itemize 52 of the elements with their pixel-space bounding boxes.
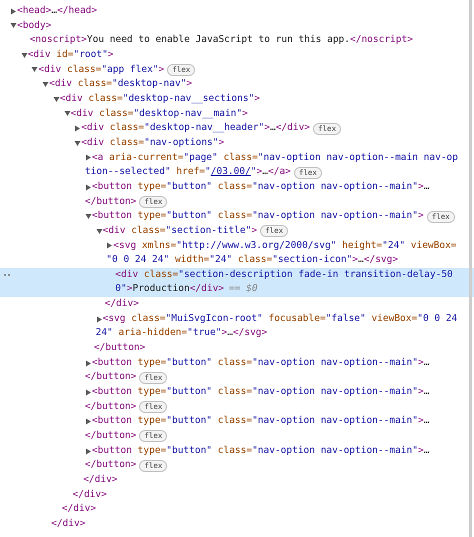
code-line[interactable]: </div> — [104, 297, 139, 312]
code-line[interactable]: <div class="desktop-nav__sections"> — [60, 92, 260, 107]
code-line[interactable]: </button> — [84, 370, 136, 386]
code-line[interactable]: <div class="desktop-nav"> — [49, 77, 192, 92]
expand-triangle-icon[interactable] — [84, 154, 92, 162]
code-line[interactable]: </div> — [72, 488, 107, 502]
code-line[interactable]: <button type="button" class="nav-option nav-option--main">… — [92, 356, 430, 370]
expand-triangle-icon[interactable] — [84, 388, 92, 396]
code-line[interactable]: </button> — [84, 400, 136, 414]
code-line[interactable]: </div> — [62, 502, 96, 517]
expand-triangle-icon[interactable] — [10, 8, 17, 15]
code-line[interactable]: <div class="desktop-nav__main"> — [70, 106, 248, 122]
code-line[interactable]: <button type="button" class="nav-option nav-option--main"> — [92, 209, 424, 224]
code-line[interactable]: 0">Production</div> — [115, 282, 224, 298]
code-line[interactable]: <div class="nav-options"> — [81, 136, 224, 151]
expand-triangle-icon[interactable] — [84, 184, 92, 191]
code-line[interactable]: <body> — [17, 18, 52, 34]
code-line[interactable]: <button type="button" class="nav-option nav-option--main">… — [92, 385, 430, 400]
scrollbar[interactable] — [469, 0, 472, 537]
expand-triangle-icon[interactable] — [84, 360, 92, 367]
code-line[interactable]: </div> — [83, 473, 118, 488]
code-line[interactable]: <head>…</head> — [17, 4, 98, 19]
code-line[interactable]: 24" aria-hidden="true">…</svg> — [96, 326, 268, 342]
code-line[interactable]: <div class="section-title"> — [102, 224, 258, 238]
code-line[interactable]: </button> — [84, 429, 136, 444]
dots-icon — [3, 272, 11, 277]
code-line[interactable]: <div class="section-description fade-in transition-delay-50 — [115, 268, 453, 282]
code-line[interactable]: </button> — [94, 341, 146, 356]
code-line[interactable]: <svg xmlns="http://www.w3.org/2000/svg" height="24" viewBox= — [113, 238, 457, 254]
code-line[interactable]: <noscript>You need to enable JavaScript to run this app.</noscript> — [30, 33, 413, 48]
code-line[interactable]: </div> — [51, 516, 86, 532]
collapse-triangle-icon[interactable] — [10, 22, 17, 30]
code-line[interactable]: <svg class="MuiSvgIcon-root" focusable="false" viewBox="0 0 24 — [102, 312, 458, 326]
code-line[interactable]: <button type="button" class="nav-option nav-option--main">… — [92, 180, 430, 195]
code-line[interactable]: <div class="desktop-nav__header">…</div> — [81, 121, 310, 136]
expand-triangle-icon[interactable] — [96, 316, 103, 323]
collapse-triangle-icon[interactable] — [74, 140, 82, 147]
code-line[interactable]: </button> — [84, 458, 136, 473]
selected-row[interactable]: <div class="section-description fade-in transition-delay-50 0">Production</div> == $0 — [0, 268, 474, 298]
code-line[interactable]: </button> — [84, 194, 136, 210]
code-line[interactable]: <div class="app flex"> — [38, 62, 164, 78]
expand-triangle-icon[interactable] — [106, 242, 114, 250]
code-line[interactable]: "0 0 24 24" width="24" class="section-icon">…</svg> — [106, 253, 398, 268]
expand-triangle-icon[interactable] — [74, 125, 82, 132]
expand-triangle-icon[interactable] — [84, 418, 92, 426]
code-line[interactable]: <button type="button" class="nav-option nav-option--main">… — [92, 414, 430, 430]
code-line[interactable]: <button type="button" class="nav-option nav-option--main">… — [92, 444, 430, 458]
console-reference: == $0 — [229, 282, 258, 296]
code-line[interactable]: <div id="root"> — [28, 48, 114, 63]
code-line[interactable]: <a aria-current="page" class="nav-option nav-option--main nav-op — [92, 150, 458, 166]
expand-triangle-icon[interactable] — [84, 448, 92, 455]
code-line[interactable]: tion--selected" href="/03.00/">…</a> — [84, 165, 291, 180]
